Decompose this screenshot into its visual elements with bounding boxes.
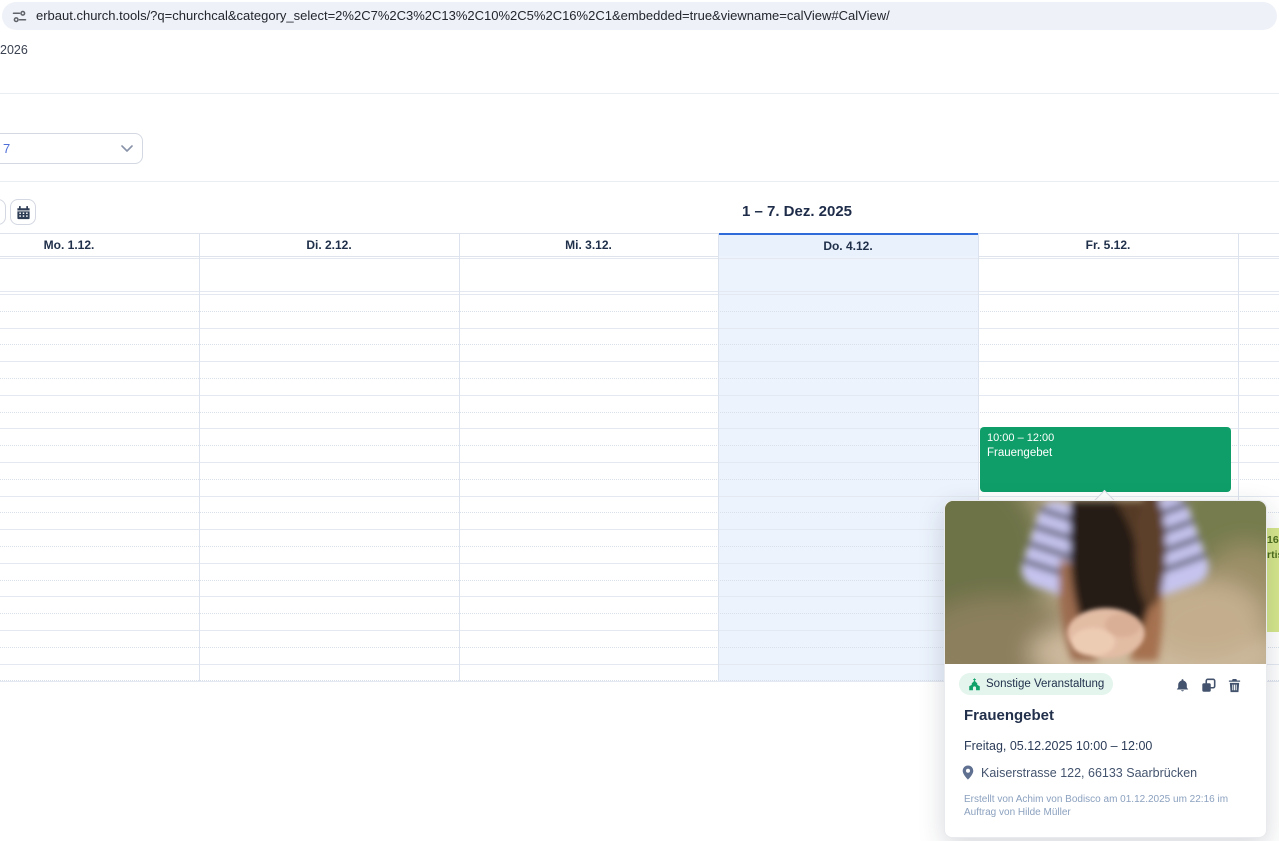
day-header-sa-partial[interactable] (1238, 233, 1279, 256)
half-hour-line (0, 344, 1279, 345)
half-hour-line (0, 378, 1279, 379)
week-title: 1 – 7. Dez. 2025 (741, 203, 853, 220)
site-settings-icon[interactable] (12, 9, 27, 24)
column-line (199, 233, 200, 681)
event-title: Frauengebet (987, 447, 1053, 459)
hour-line (0, 328, 1279, 329)
hour-line (0, 395, 1279, 396)
day-header-mi[interactable]: Mi. 3.12. (459, 233, 718, 256)
hour-line (0, 291, 1279, 292)
event-popup: Sonstige Veranstaltung Frauengebet Freit… (944, 500, 1267, 838)
event-time-fragment: 16: (1267, 534, 1279, 546)
duplicate-icon[interactable] (1201, 678, 1216, 693)
half-hour-line (0, 311, 1279, 312)
popup-location-text: Kaiserstrasse 122, 66133 Saarbrücken (981, 765, 1198, 780)
hour-line (0, 361, 1279, 362)
trash-icon[interactable] (1227, 678, 1242, 693)
popup-created-info: Erstellt von Achim von Bodisco am 01.12.… (964, 794, 1229, 818)
day-header-fr[interactable]: Fr. 5.12. (978, 233, 1238, 256)
popup-location-row: Kaiserstrasse 122, 66133 Saarbrücken (962, 765, 1197, 780)
event-photo (945, 501, 1266, 664)
divider-toolbar (0, 181, 1279, 182)
popup-actions (1175, 678, 1242, 693)
category-badge: Sonstige Veranstaltung (959, 673, 1114, 695)
datepicker-button[interactable] (10, 199, 36, 225)
day-header-do[interactable]: Do. 4.12. (718, 233, 978, 256)
column-line (718, 233, 719, 681)
highlighted-day-column (719, 256, 978, 681)
page: erbaut.church.tools/?q=churchcal&categor… (0, 0, 1279, 841)
chevron-down-icon (121, 145, 133, 152)
location-pin-icon (962, 765, 974, 780)
hour-line (0, 496, 1279, 497)
day-header-mo[interactable]: Mo. 1.12. (0, 233, 199, 256)
hour-line (0, 294, 1279, 295)
popup-event-datetime: Freitag, 05.12.2025 10:00 – 12:00 (964, 739, 1153, 753)
event-time: 10:00 – 12:00 (987, 432, 1055, 444)
url-text[interactable]: erbaut.church.tools/?q=churchcal&categor… (36, 2, 890, 30)
hour-line (0, 258, 1279, 259)
divider-top (0, 93, 1279, 94)
event-title-fragment: rtis (1267, 549, 1279, 561)
bell-icon[interactable] (1175, 678, 1190, 693)
calendar-icon (16, 205, 30, 219)
column-line (459, 233, 460, 681)
url-bar[interactable]: erbaut.church.tools/?q=churchcal&categor… (2, 2, 1277, 30)
popup-event-title: Frauengebet (964, 707, 1055, 724)
calendar-select[interactable]: 7 (0, 133, 143, 164)
church-icon (969, 677, 980, 690)
event-frauengebet[interactable]: 10:00 – 12:00 Frauengebet (980, 427, 1231, 492)
header-row-bottom-border (0, 256, 1279, 257)
calendar-select-value: 7 (3, 141, 11, 156)
category-badge-label: Sonstige Veranstaltung (986, 678, 1105, 690)
prev-button-partial[interactable] (0, 199, 6, 225)
half-hour-line (0, 412, 1279, 413)
year-label: 2026 (0, 43, 28, 57)
day-header-di[interactable]: Di. 2.12. (199, 233, 459, 256)
